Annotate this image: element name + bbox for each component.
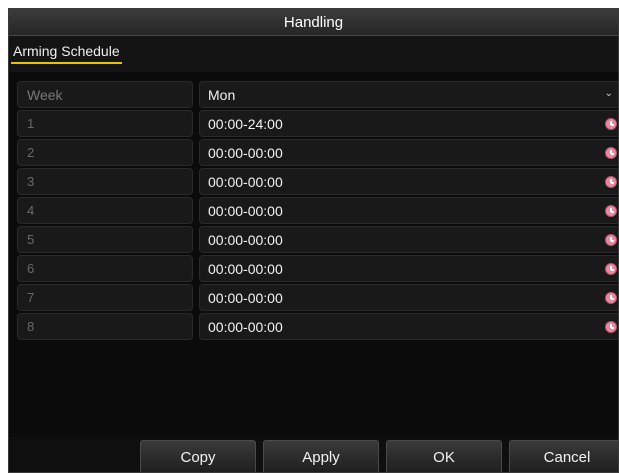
period-index: 1 [17,110,193,137]
period-time-field[interactable]: 00:00-24:00 [199,110,618,137]
period-time-value: 00:00-00:00 [208,318,283,335]
table-row: 6 00:00-00:00 [17,255,618,282]
table-row: 4 00:00-00:00 [17,197,618,224]
clock-icon[interactable] [605,147,617,159]
clock-icon[interactable] [605,118,617,130]
period-time-field[interactable]: 00:00-00:00 [199,226,618,253]
period-time-field[interactable]: 00:00-00:00 [199,139,618,166]
cancel-button[interactable]: Cancel [509,440,618,472]
period-index: 6 [17,255,193,282]
chevron-down-icon: ⌄ [604,88,613,99]
tab-arming-schedule[interactable]: Arming Schedule [11,43,122,64]
schedule-table: Week Mon ⌄ 1 00:00-24:00 2 00:00-00:00 3… [17,81,618,342]
week-select-value: Mon [208,86,236,103]
ok-button[interactable]: OK [386,440,502,472]
clock-icon[interactable] [605,205,617,217]
period-time-value: 00:00-24:00 [208,115,283,132]
period-time-field[interactable]: 00:00-00:00 [199,197,618,224]
handling-dialog: Handling Arming Schedule Week Mon ⌄ 1 00… [8,8,619,473]
apply-button[interactable]: Apply [263,440,379,472]
period-index: 3 [17,168,193,195]
period-time-value: 00:00-00:00 [208,144,283,161]
week-select[interactable]: Mon ⌄ [199,81,618,108]
table-row: 7 00:00-00:00 [17,284,618,311]
period-time-field[interactable]: 00:00-00:00 [199,284,618,311]
clock-icon[interactable] [605,263,617,275]
clock-icon[interactable] [605,176,617,188]
clock-icon[interactable] [605,321,617,333]
clock-icon[interactable] [605,234,617,246]
period-time-value: 00:00-00:00 [208,231,283,248]
period-index: 4 [17,197,193,224]
period-index: 8 [17,313,193,340]
period-time-field[interactable]: 00:00-00:00 [199,168,618,195]
table-row: 1 00:00-24:00 [17,110,618,137]
period-time-value: 00:00-00:00 [208,202,283,219]
period-index: 5 [17,226,193,253]
dialog-title: Handling [9,9,618,36]
tab-bar: Arming Schedule [9,36,618,72]
clock-icon[interactable] [605,292,617,304]
period-time-value: 00:00-00:00 [208,260,283,277]
week-row: Week Mon ⌄ [17,81,618,108]
period-time-field[interactable]: 00:00-00:00 [199,313,618,340]
button-bar: Copy Apply OK Cancel [9,437,618,472]
table-row: 2 00:00-00:00 [17,139,618,166]
period-index: 2 [17,139,193,166]
week-label: Week [17,81,193,108]
table-row: 3 00:00-00:00 [17,168,618,195]
period-time-field[interactable]: 00:00-00:00 [199,255,618,282]
copy-button[interactable]: Copy [140,440,256,472]
period-index: 7 [17,284,193,311]
period-time-value: 00:00-00:00 [208,173,283,190]
table-row: 8 00:00-00:00 [17,313,618,340]
table-row: 5 00:00-00:00 [17,226,618,253]
period-time-value: 00:00-00:00 [208,289,283,306]
